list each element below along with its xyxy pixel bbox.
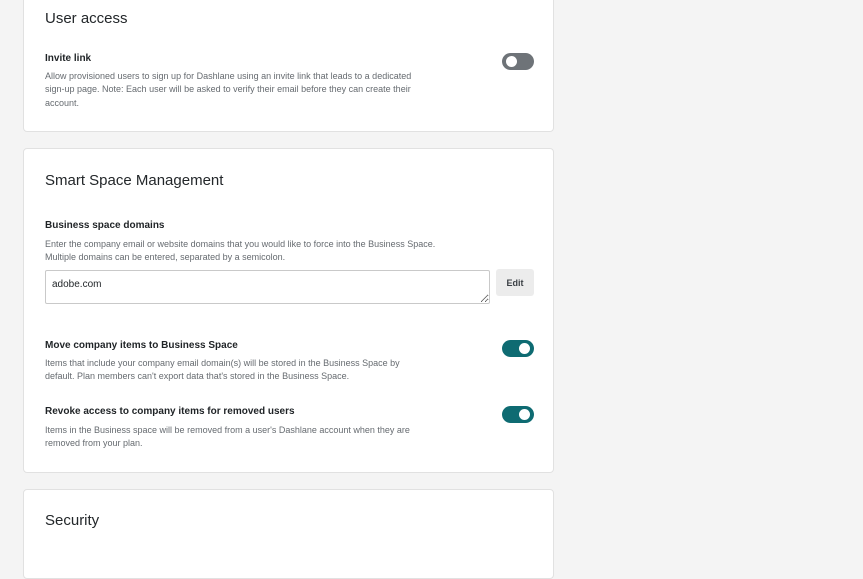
toggle-knob: [506, 56, 517, 67]
move-items-toggle[interactable]: [502, 340, 534, 357]
business-domains-description-line: Multiple domains can be entered, separat…: [45, 252, 286, 263]
business-domains-input[interactable]: adobe.com: [45, 270, 490, 304]
security-card: Security: [23, 489, 554, 579]
revoke-access-title: Revoke access to company items for remov…: [45, 406, 295, 417]
revoke-access-description-line: Items in the Business space will be remo…: [45, 425, 410, 435]
invite-link-description-line: sign-up page. Note: Each user will be as…: [45, 84, 411, 95]
toggle-knob: [519, 343, 530, 354]
move-items-description: Items that include your company email do…: [45, 357, 400, 384]
security-title: Security: [45, 512, 100, 529]
move-items-title: Move company items to Business Space: [45, 340, 238, 351]
smart-space-card: Smart Space Management Business space do…: [23, 148, 554, 473]
invite-link-description-line: account.: [45, 97, 80, 108]
invite-link-description-line: Allow provisioned users to sign up for D…: [45, 71, 412, 81]
invite-link-description: Allow provisioned users to sign up for D…: [45, 70, 411, 110]
move-items-description-line: Items that include your company email do…: [45, 358, 400, 368]
business-domains-title: Business space domains: [45, 220, 165, 231]
edit-domains-button[interactable]: Edit: [496, 269, 534, 296]
invite-link-toggle[interactable]: [502, 53, 534, 70]
business-domains-description-line: Enter the company email or website domai…: [45, 239, 436, 249]
revoke-access-description-line: removed from your plan.: [45, 438, 143, 449]
user-access-title: User access: [45, 10, 128, 27]
invite-link-title: Invite link: [45, 53, 92, 64]
revoke-access-toggle[interactable]: [502, 406, 534, 423]
smart-space-title: Smart Space Management: [45, 172, 224, 189]
revoke-access-description: Items in the Business space will be remo…: [45, 424, 410, 451]
toggle-knob: [519, 409, 530, 420]
user-access-card: User access Invite link Allow provisione…: [23, 0, 554, 132]
business-domains-description: Enter the company email or website domai…: [45, 238, 435, 265]
move-items-description-line: default. Plan members can't export data …: [45, 371, 350, 382]
